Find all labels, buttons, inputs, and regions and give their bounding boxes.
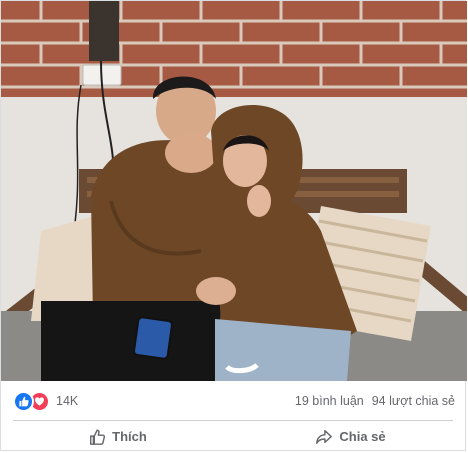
share-button[interactable]: Chia sẻ: [234, 421, 467, 452]
photo-illustration: [1, 1, 467, 381]
reaction-count: 14K: [56, 394, 79, 408]
shares-count[interactable]: 94 lượt chia sẻ: [372, 394, 455, 408]
post-actions: Thích Chia sẻ: [1, 421, 467, 452]
reactions-summary[interactable]: 14K: [13, 390, 79, 412]
like-reaction-icon: [13, 390, 34, 412]
post-card: 14K 19 bình luận 94 lượt chia sẻ Thích C…: [0, 0, 467, 452]
like-button[interactable]: Thích: [1, 421, 234, 452]
comments-count[interactable]: 19 bình luận: [295, 394, 364, 408]
post-photo[interactable]: [1, 1, 467, 381]
share-arrow-icon: [315, 428, 333, 446]
thumbs-up-icon: [88, 428, 106, 446]
post-stats: 14K 19 bình luận 94 lượt chia sẻ: [1, 383, 467, 419]
like-label: Thích: [112, 429, 147, 444]
share-label: Chia sẻ: [339, 429, 386, 444]
